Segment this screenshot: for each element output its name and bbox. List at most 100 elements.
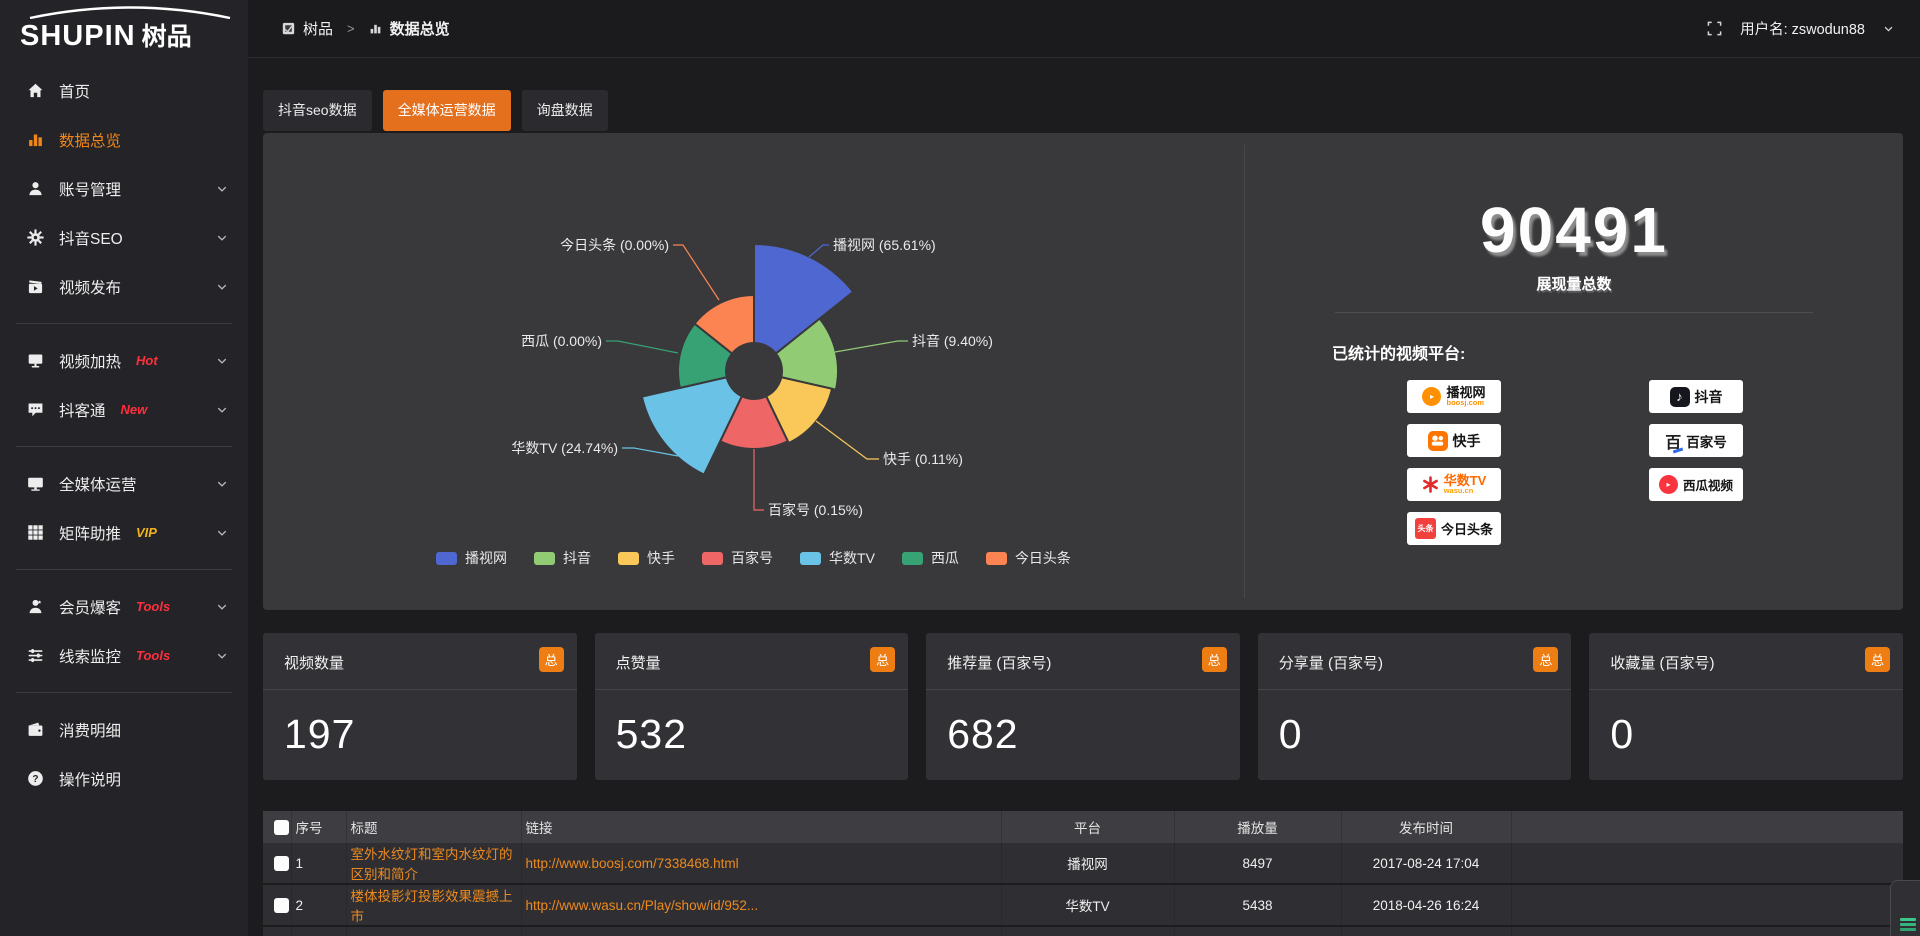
total-badge: 总 — [1865, 647, 1890, 672]
legend-item-百家号[interactable]: 百家号 — [702, 548, 773, 568]
sidebar-item-12[interactable]: 消费明细 — [0, 705, 248, 754]
row-checkbox[interactable] — [274, 856, 289, 871]
legend-label: 百家号 — [731, 548, 773, 568]
xigua-logo: ▸ — [1659, 475, 1678, 494]
legend-item-播视网[interactable]: 播视网 — [436, 548, 507, 568]
sidebar-item-badge: Tools — [136, 599, 170, 614]
tab-1[interactable]: 抖音seo数据 — [263, 90, 372, 131]
platform-pill-播视网: ▸播视网boosj.com — [1407, 380, 1501, 413]
total-impressions-value: 90491 — [1245, 193, 1903, 267]
cell-no: 2 — [291, 884, 346, 926]
stat-card-title: 分享量 (百家号) — [1258, 633, 1572, 690]
platform-pill-西瓜视频: ▸西瓜视频 — [1649, 468, 1743, 501]
app-logo: SHUPIN 树品 — [0, 0, 248, 64]
chevron-down-icon — [216, 478, 228, 490]
wasu-logo — [1422, 476, 1439, 493]
cell-title[interactable]: 楼体投影灯投影效果震撼上市 — [346, 884, 521, 926]
stat-card-value: 532 — [595, 690, 909, 758]
legend-item-快手[interactable]: 快手 — [618, 548, 675, 568]
chevron-down-icon — [216, 232, 228, 244]
sidebar-item-10[interactable]: 会员爆客Tools — [0, 582, 248, 631]
chevron-down-icon — [216, 281, 228, 293]
pie-label-华数TV: 华数TV (24.74%) — [511, 440, 618, 456]
total-badge: 总 — [870, 647, 895, 672]
chevron-down-icon — [216, 355, 228, 367]
sidebar-item-label: 数据总览 — [59, 129, 121, 151]
sidebar-item-6[interactable]: 视频加热Hot — [0, 336, 248, 385]
sidebar-item-label: 抖音SEO — [59, 227, 123, 249]
sidebar-item-5[interactable]: 视频发布 — [0, 262, 248, 311]
legend-item-西瓜[interactable]: 西瓜 — [902, 548, 959, 568]
screen-icon — [26, 352, 44, 370]
stat-card-5: 收藏量 (百家号)总0 — [1589, 633, 1903, 780]
total-badge: 总 — [1202, 647, 1227, 672]
sidebar-divider — [16, 569, 232, 570]
video-table: 序号标题链接平台播放量发布时间1室外水纹灯和室内水纹灯的区别和简介http://… — [263, 811, 1903, 936]
total-badge: 总 — [1533, 647, 1558, 672]
sidebar-item-11[interactable]: 线索监控Tools — [0, 631, 248, 680]
douyin-logo: ♪ — [1670, 387, 1690, 407]
legend-label: 抖音 — [563, 548, 591, 568]
platform-pill-快手: 快手 — [1407, 424, 1501, 457]
sidebar-item-3[interactable]: 账号管理 — [0, 164, 248, 213]
cell-link[interactable]: http://www.wasu.cn/Play/show/id/952... — [521, 884, 1001, 926]
cell-link[interactable]: http://www.boosj.com/7338468.html — [521, 843, 1001, 884]
column-header: 播放量 — [1174, 811, 1341, 843]
sidebar-item-13[interactable]: ? 操作说明 — [0, 754, 248, 803]
pie-label-line — [673, 245, 719, 300]
sidebar-item-9[interactable]: 矩阵助推VIP — [0, 508, 248, 557]
cell-title[interactable]: 室外水纹灯和室内水纹灯的区别和简介 — [346, 843, 521, 884]
chat-widget[interactable] — [1890, 880, 1920, 936]
username-label[interactable]: 用户名: zswodun88 — [1740, 18, 1865, 39]
tab-2[interactable]: 全媒体运营数据 — [383, 90, 511, 131]
sidebar-item-label: 操作说明 — [59, 768, 121, 790]
legend-swatch — [800, 552, 821, 565]
legend-item-今日头条[interactable]: 今日头条 — [986, 548, 1071, 568]
sidebar-item-4[interactable]: 抖音SEO — [0, 213, 248, 262]
cell-plays: 8497 — [1174, 843, 1341, 884]
column-header: 链接 — [521, 811, 1001, 843]
sidebar-item-8[interactable]: 全媒体运营 — [0, 459, 248, 508]
sidebar-item-2[interactable]: 数据总览 — [0, 115, 248, 164]
sidebar-item-label: 账号管理 — [59, 178, 121, 200]
question-icon: ? — [26, 770, 44, 788]
chevron-down-icon[interactable] — [1883, 23, 1894, 34]
column-header: 平台 — [1001, 811, 1174, 843]
app-root: SHUPIN 树品 首页数据总览账号管理抖音SEO 视频发布视频加热Hot抖客通N… — [0, 0, 1920, 936]
breadcrumb-root[interactable]: 树品 — [303, 18, 333, 39]
grid-icon — [26, 524, 44, 542]
row-checkbox[interactable] — [274, 898, 289, 913]
select-all-checkbox[interactable] — [274, 820, 289, 835]
fullscreen-icon[interactable] — [1707, 21, 1722, 36]
platform-share-chart: 播视网 (65.61%)抖音 (9.40%)快手 (0.11%)百家号 (0.1… — [263, 133, 1244, 610]
sidebar-item-badge: Tools — [136, 648, 170, 663]
stat-card-value: 682 — [926, 690, 1240, 758]
sidebar-item-badge: New — [121, 402, 148, 417]
video-table-wrap: 序号标题链接平台播放量发布时间1室外水纹灯和室内水纹灯的区别和简介http://… — [263, 811, 1903, 936]
tab-3[interactable]: 询盘数据 — [522, 90, 608, 131]
sidebar-divider — [16, 446, 232, 447]
platform-pill-华数TV: 华数TVwasu.cn — [1407, 468, 1501, 501]
video-publish-icon — [26, 278, 44, 296]
chevron-down-icon — [216, 527, 228, 539]
sidebar-item-7[interactable]: 抖客通New — [0, 385, 248, 434]
stat-card-title: 视频数量 — [263, 633, 577, 690]
cell-no: 1 — [291, 843, 346, 884]
stat-card-1: 视频数量总197 — [263, 633, 577, 780]
boosj-logo: ▸ — [1422, 387, 1441, 406]
cell-platform: 华数TV — [1001, 884, 1174, 926]
sidebar: SHUPIN 树品 首页数据总览账号管理抖音SEO 视频发布视频加热Hot抖客通N… — [0, 0, 248, 936]
pie-slice-华数TV[interactable] — [642, 377, 742, 474]
legend-item-抖音[interactable]: 抖音 — [534, 548, 591, 568]
sidebar-item-1[interactable]: 首页 — [0, 66, 248, 115]
pie-label-播视网: 播视网 (65.61%) — [833, 237, 936, 253]
legend-item-华数TV[interactable]: 华数TV — [800, 548, 875, 568]
pie-label-line — [809, 245, 829, 257]
column-header: 序号 — [291, 811, 346, 843]
legend-swatch — [902, 552, 923, 565]
chevron-down-icon — [216, 650, 228, 662]
legend-label: 今日头条 — [1015, 548, 1071, 568]
total-impressions-label: 展现量总数 — [1245, 273, 1903, 294]
sidebar-item-label: 视频发布 — [59, 276, 121, 298]
legend-swatch — [436, 552, 457, 565]
